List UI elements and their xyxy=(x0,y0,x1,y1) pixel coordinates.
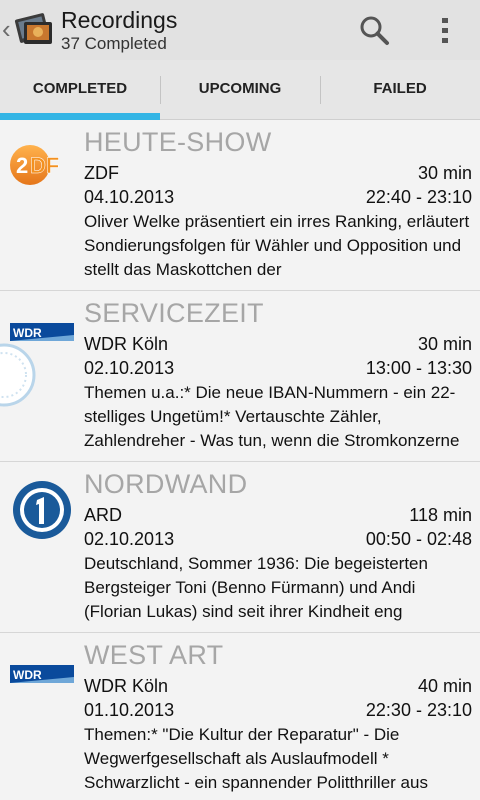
recording-channel: WDR Köln xyxy=(84,676,169,696)
app-logo-icon xyxy=(14,13,52,44)
wdr-logo-icon: WDR xyxy=(10,665,74,683)
svg-text:WDR: WDR xyxy=(13,326,42,340)
recording-date: 04.10.2013 xyxy=(84,187,175,207)
recording-duration: 40 min xyxy=(417,676,472,696)
tab-failed[interactable]: FAILED xyxy=(320,60,480,120)
up-button[interactable]: ‹ xyxy=(0,0,58,60)
recording-description: Themen u.a.:* Die neue IBAN-Nummern - ei… xyxy=(84,383,460,450)
recording-date: 02.10.2013 xyxy=(84,358,175,378)
svg-text:WDR: WDR xyxy=(13,668,42,682)
zdf-logo-icon: 2 DF xyxy=(10,145,60,185)
overflow-menu-icon[interactable] xyxy=(430,10,460,50)
recording-title: SERVICEZEIT xyxy=(84,298,264,328)
action-bar-titles: Recordings 37 Completed xyxy=(61,6,177,54)
recording-channel: ARD xyxy=(84,505,123,525)
recording-duration: 118 min xyxy=(409,505,472,525)
recording-time: 22:30 - 23:10 xyxy=(365,700,472,720)
ard-logo-icon xyxy=(13,481,71,539)
action-bar: ‹ Recordings 37 Completed xyxy=(0,0,480,60)
recording-date: 01.10.2013 xyxy=(84,700,175,720)
recording-title: HEUTE-SHOW xyxy=(84,127,272,157)
recording-channel: WDR Köln xyxy=(84,334,169,354)
recording-item[interactable]: 2 DF HEUTE-SHOW ZDF 30 min 04.10.2013 22… xyxy=(0,120,480,291)
recording-description: Themen:* "Die Kultur der Reparatur" - Di… xyxy=(84,725,428,792)
recording-item[interactable]: WDR WEST ART WDR Köln 40 min 01.10.2013 … xyxy=(0,633,480,800)
recording-description: Oliver Welke präsentiert ein irres Ranki… xyxy=(84,212,470,279)
svg-text:2: 2 xyxy=(16,153,28,178)
recording-time: 22:40 - 23:10 xyxy=(365,187,472,207)
recording-date: 02.10.2013 xyxy=(84,529,175,549)
recording-title: WEST ART xyxy=(84,640,224,670)
recording-duration: 30 min xyxy=(417,163,472,183)
recording-time: 00:50 - 02:48 xyxy=(365,529,472,549)
recording-title: NORDWAND xyxy=(84,469,248,499)
tab-bar: COMPLETED UPCOMING FAILED xyxy=(0,60,480,120)
recordings-list[interactable]: 2 DF HEUTE-SHOW ZDF 30 min 04.10.2013 22… xyxy=(0,120,480,800)
svg-text:DF: DF xyxy=(30,153,59,178)
recording-description: Deutschland, Sommer 1936: Die begeistert… xyxy=(84,554,428,621)
recording-channel: ZDF xyxy=(84,163,119,183)
recording-item[interactable]: NORDWAND ARD 118 min 02.10.2013 00:50 - … xyxy=(0,462,480,633)
chevron-left-icon: ‹ xyxy=(2,14,11,44)
tab-upcoming[interactable]: UPCOMING xyxy=(160,60,320,120)
recording-item[interactable]: WDR SERVICEZEIT WDR Köln 30 min 02.10.20… xyxy=(0,291,480,462)
tab-selected-indicator xyxy=(0,113,160,120)
recording-time: 13:00 - 13:30 xyxy=(365,358,472,378)
tab-completed[interactable]: COMPLETED xyxy=(0,60,160,120)
wdr-logo-icon: WDR xyxy=(0,323,74,407)
page-subtitle: 37 Completed xyxy=(61,34,167,53)
page-title: Recordings xyxy=(61,7,178,33)
search-icon[interactable] xyxy=(354,10,394,50)
recording-duration: 30 min xyxy=(417,334,472,354)
